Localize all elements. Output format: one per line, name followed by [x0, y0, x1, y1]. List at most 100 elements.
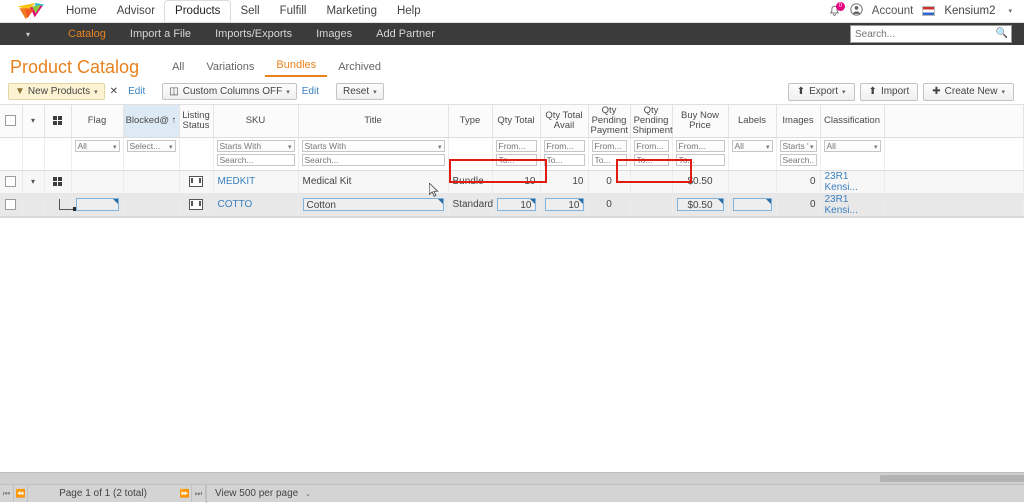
row-flag-cell[interactable] — [71, 193, 124, 217]
header-qty-pending-shipment[interactable]: Qty Pending Shipment — [630, 105, 673, 138]
flag-filter-select[interactable]: All ▾ — [74, 139, 120, 152]
nav-item-help[interactable]: Help — [387, 1, 431, 22]
chevron-down-icon[interactable]: ▾ — [31, 116, 35, 125]
header-labels[interactable]: Labels — [728, 105, 777, 138]
logo-chevron-down-icon[interactable]: ▾ — [26, 30, 30, 39]
qty-pending-payment-to-input[interactable] — [591, 153, 627, 166]
nav-item-sell[interactable]: Sell — [230, 1, 269, 22]
header-qty-pending-payment[interactable]: Qty Pending Payment — [588, 105, 631, 138]
header-expand[interactable]: ▾ — [22, 105, 45, 138]
nav-item-marketing[interactable]: Marketing — [316, 1, 387, 22]
subnav-item-add-partner[interactable]: Add Partner — [364, 23, 447, 45]
images-filter-mode-select[interactable]: Starts ' ▾ — [779, 139, 817, 152]
classification-filter-select[interactable]: All ▾ — [823, 139, 881, 152]
row-sku-cell[interactable]: MEDKIT — [213, 170, 299, 194]
row-images-cell[interactable]: 0 — [776, 170, 821, 194]
logo-dropdown-slot[interactable]: ▾ — [0, 23, 56, 45]
row-qty-pending-payment-cell[interactable]: 0 — [588, 170, 631, 194]
row-expand-cell[interactable]: ▾ — [22, 170, 45, 194]
qty-total-avail-from-input[interactable] — [543, 139, 585, 152]
buy-now-price-to-input[interactable] — [675, 153, 725, 166]
notifications-button[interactable]: 0 — [828, 1, 845, 18]
qty-total-avail-to-input[interactable] — [543, 153, 585, 166]
header-type[interactable]: Type — [448, 105, 493, 138]
qty-total-to-input[interactable] — [495, 153, 537, 166]
scrollbar-thumb[interactable] — [880, 475, 1024, 482]
row-grid-cell[interactable] — [44, 170, 72, 194]
row-classification-cell[interactable]: 23R1 Kensi... — [820, 170, 885, 194]
tab-variations[interactable]: Variations — [195, 61, 265, 77]
import-button[interactable]: ⬆ Import — [859, 82, 919, 101]
title-edit-field[interactable]: Cotton — [302, 198, 444, 212]
qty-total-from-input[interactable] — [495, 139, 537, 152]
edit-filter-link[interactable]: Edit — [123, 86, 150, 97]
qty-total-avail-edit-field[interactable]: 10 — [544, 198, 584, 212]
row-classification-cell[interactable]: 23R1 Kensi... — [820, 193, 885, 217]
row-buy-now-price-cell[interactable]: $0.50 — [672, 170, 729, 194]
next-page-button[interactable]: ⏩ — [178, 485, 192, 502]
chevron-down-icon[interactable]: ▾ — [31, 177, 35, 186]
flag-edit-field[interactable] — [75, 198, 119, 212]
sku-filter-input[interactable] — [216, 153, 295, 166]
header-sku[interactable]: SKU — [213, 105, 299, 138]
row-qty-total-cell[interactable]: 10 — [492, 193, 541, 217]
subnav-item-catalog[interactable]: Catalog — [56, 23, 118, 45]
row-blocked-cell[interactable] — [123, 193, 180, 217]
chevron-down-icon[interactable]: ▾ — [1008, 7, 1012, 15]
horizontal-scrollbar[interactable] — [0, 472, 1024, 484]
tab-archived[interactable]: Archived — [327, 61, 392, 77]
row-checkbox[interactable] — [5, 199, 17, 211]
buy-now-price-edit-field[interactable]: $0.50 — [676, 198, 724, 212]
buy-now-price-from-input[interactable] — [675, 139, 725, 152]
edit-columns-link[interactable]: Edit — [297, 86, 324, 97]
blocked-filter-select[interactable]: Select... ▾ — [126, 139, 176, 152]
sku-filter-mode-select[interactable]: Starts With ▾ — [216, 139, 295, 152]
header-qty-total-avail[interactable]: Qty Total Avail — [540, 105, 589, 138]
subnav-item-images[interactable]: Images — [304, 23, 364, 45]
title-filter-mode-select[interactable]: Starts With ▾ — [301, 139, 445, 152]
export-button[interactable]: ⬆ Export ▾ — [787, 82, 855, 101]
clear-filter-button[interactable]: ✕ — [105, 84, 123, 99]
labels-edit-field[interactable] — [732, 198, 772, 212]
row-select-cell[interactable] — [0, 193, 23, 217]
qty-pending-shipment-from-input[interactable] — [633, 139, 669, 152]
last-page-button[interactable]: ⏭ — [192, 485, 206, 502]
header-qty-total[interactable]: Qty Total — [492, 105, 541, 138]
create-new-button[interactable]: ✚ Create New ▾ — [923, 82, 1014, 101]
qty-pending-shipment-to-input[interactable] — [633, 153, 669, 166]
row-checkbox[interactable] — [5, 176, 17, 188]
user-menu-label[interactable]: Kensium2 — [944, 5, 995, 17]
row-qty-pending-shipment-cell[interactable] — [630, 193, 673, 217]
row-buy-now-price-cell[interactable]: $0.50 — [672, 193, 729, 217]
header-grid-toggle[interactable] — [44, 105, 72, 138]
row-qty-pending-shipment-cell[interactable] — [630, 170, 673, 194]
images-filter-input[interactable] — [779, 153, 817, 166]
nav-item-home[interactable]: Home — [56, 1, 107, 22]
account-link[interactable]: Account — [872, 5, 914, 17]
subnav-item-import-a-file[interactable]: Import a File — [118, 23, 203, 45]
nav-item-fulfill[interactable]: Fulfill — [270, 1, 317, 22]
nav-item-advisor[interactable]: Advisor — [107, 1, 165, 22]
row-labels-cell[interactable] — [728, 193, 777, 217]
saved-filter-button[interactable]: ▼ New Products ▾ — [8, 83, 105, 100]
row-qty-total-cell[interactable]: 10 — [492, 170, 541, 194]
select-all-checkbox[interactable] — [5, 115, 17, 127]
prev-page-button[interactable]: ⏪ — [14, 485, 28, 502]
user-avatar-button[interactable] — [850, 3, 863, 19]
qty-pending-payment-from-input[interactable] — [591, 139, 627, 152]
row-labels-cell[interactable] — [728, 170, 777, 194]
row-title-cell[interactable]: Medical Kit — [298, 170, 449, 194]
row-qty-pending-payment-cell[interactable]: 0 — [588, 193, 631, 217]
table-row[interactable]: ▾ MEDKIT Medical Kit Bundle 10 10 0 $0.5… — [0, 170, 1024, 194]
grid-view-icon[interactable] — [53, 177, 62, 187]
row-qty-total-avail-cell[interactable]: 10 — [540, 193, 589, 217]
tab-bundles[interactable]: Bundles — [265, 59, 328, 77]
header-title[interactable]: Title — [298, 105, 449, 138]
custom-columns-button[interactable]: ◫ Custom Columns OFF ▾ — [162, 83, 297, 100]
per-page-select[interactable]: View 500 per page ⌄ — [206, 484, 319, 503]
row-listing-status-cell[interactable] — [179, 193, 214, 217]
brand-logo-container[interactable] — [0, 0, 56, 22]
qty-total-edit-field[interactable]: 10 — [496, 198, 536, 212]
grid-view-icon[interactable] — [53, 115, 62, 125]
row-title-cell[interactable]: Cotton — [298, 193, 449, 217]
